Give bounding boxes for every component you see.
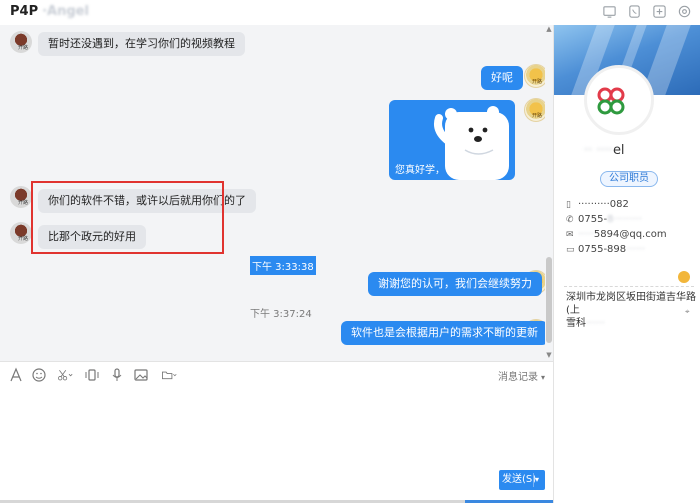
mobile-number[interactable]: ··········082 [578, 199, 629, 210]
contact-name: ·· ····el [584, 143, 700, 158]
window-title: P4P ·Angel [10, 4, 89, 19]
font-icon[interactable] [7, 367, 25, 383]
message-received[interactable]: 暂时还没遇到，在学习你们的视频教程 [38, 32, 245, 56]
email-address[interactable]: 5894@qq.com [594, 229, 667, 240]
location-pin-icon[interactable]: ⌖ [685, 307, 690, 317]
window-title-text: P4P [10, 4, 39, 19]
send-button-divider [533, 473, 534, 487]
certified-badge-icon [678, 271, 690, 283]
chevron-down-icon: ▾ [540, 373, 545, 382]
message-sent[interactable]: 谢谢您的认可，我们会继续努力 [368, 272, 542, 296]
email-row: ✉ ·····5894@qq.com [566, 228, 696, 242]
email-masked: ····· [578, 229, 594, 240]
send-options-chevron-icon[interactable]: ▾ [535, 470, 539, 490]
address-line2: 雪科 [566, 318, 586, 329]
phone-icon[interactable] [627, 4, 642, 19]
company-logo[interactable] [584, 65, 654, 135]
fax-row: ▭ 0755-898······ [566, 243, 696, 257]
microphone-icon[interactable] [108, 367, 126, 383]
vibrate-icon[interactable] [83, 367, 101, 383]
sticker-caption: 您真好学， [395, 165, 445, 176]
scrollbar-thumb[interactable] [546, 257, 552, 343]
title-bar-actions [602, 4, 692, 19]
info-divider [564, 286, 694, 287]
chat-scrollbar[interactable]: ▲ ▼ [545, 25, 553, 361]
contact-avatar[interactable]: 开路 [10, 186, 32, 208]
fax-number-masked: ······ [626, 244, 646, 255]
role-badge: 公司职员 [600, 171, 658, 187]
phone-row: ✆ 0755-8········· [566, 213, 696, 227]
fax-icon: ▭ [566, 245, 575, 255]
title-bar: P4P ·Angel [0, 0, 700, 26]
address-masked: ······ [586, 318, 606, 329]
fax-number[interactable]: 0755-898 [578, 244, 626, 255]
email-icon: ✉ [566, 230, 574, 240]
contact-name-suffix: el [612, 143, 625, 158]
company-logo-mark-icon [597, 87, 625, 115]
window-title-masked: ·Angel [42, 4, 89, 19]
sticker-message[interactable]: 您真好学， [389, 100, 515, 180]
mobile-icon: ▯ [566, 200, 571, 210]
contact-profile-panel: ·· ····el 公司职员 ▯ ··········082 ✆ 0755-8···… [553, 25, 700, 503]
mobile-row: ▯ ··········082 [566, 198, 696, 212]
annotation-highlight-box [31, 181, 224, 254]
folder-icon[interactable] [158, 367, 180, 383]
send-button-label: 发送(S) [502, 474, 537, 485]
scroll-up-icon[interactable]: ▲ [545, 25, 553, 33]
scroll-down-icon[interactable]: ▼ [545, 351, 553, 359]
send-button[interactable]: 发送(S) ▾ [499, 470, 545, 490]
timestamp: 下午 3:33:38 [250, 256, 316, 275]
settings-icon[interactable] [677, 4, 692, 19]
message-history-link[interactable]: 消息记录 ▾ [498, 368, 545, 383]
message-sent[interactable]: 软件也是会根据用户的需求不断的更新 [341, 321, 548, 345]
address-line1: 深圳市龙岗区坂田街道吉华路(上 [566, 292, 696, 316]
timestamp: 下午 3:37:24 [250, 309, 312, 320]
image-icon[interactable] [132, 367, 150, 383]
message-history-label: 消息记录 [497, 372, 538, 383]
phone-number[interactable]: 0755- [578, 214, 607, 225]
scissors-icon[interactable] [55, 367, 75, 383]
contact-avatar[interactable]: 开路 [10, 31, 32, 53]
phone-icon: ✆ [566, 215, 574, 225]
add-icon[interactable] [652, 4, 667, 19]
contact-name-masked: ·· ···· [584, 143, 613, 158]
message-sent[interactable]: 好呢 [481, 66, 523, 90]
emoji-icon[interactable] [30, 367, 48, 383]
input-toolbar: 消息记录 ▾ [0, 361, 553, 388]
message-input[interactable] [0, 387, 553, 503]
screen-share-icon[interactable] [602, 4, 617, 19]
phone-number-masked: 8········· [607, 214, 643, 225]
contact-avatar[interactable]: 开路 [10, 222, 32, 244]
address: 深圳市龙岗区坂田街道吉华路(上 雪科······ [566, 291, 696, 330]
